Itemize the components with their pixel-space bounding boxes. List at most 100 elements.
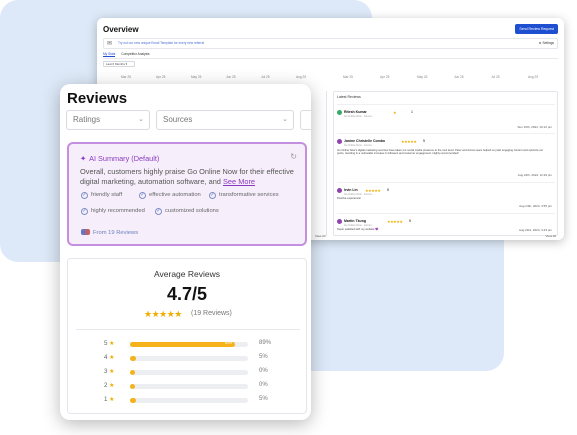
star-icon: ★	[109, 397, 115, 403]
check-icon: ✓	[81, 208, 88, 215]
send-review-request-button[interactable]: Send Review Request	[515, 24, 558, 34]
check-icon: ✓	[155, 208, 162, 215]
review-item[interactable]: Martin Tkung ★★★★★ 5 Go Online Now · Com…	[337, 205, 555, 235]
axis-label: Jun 25	[454, 75, 464, 79]
star-icon: ★	[109, 341, 115, 347]
additional-filter[interactable]	[300, 110, 311, 130]
check-icon: ✓	[139, 192, 146, 199]
tag-highly-recommended: ✓ highly recommended	[81, 208, 145, 215]
date-range-value: Last 6 Months	[106, 62, 125, 66]
ratings-filter-label: Ratings	[73, 115, 101, 124]
rating-bar-track: 89%	[130, 341, 248, 347]
rating-bar-track	[130, 384, 248, 389]
divider	[337, 104, 555, 105]
tag-label: customized solutions	[165, 208, 219, 214]
sources-filter-label: Sources	[163, 115, 193, 124]
avatar	[337, 110, 342, 115]
rating-row-2: 2 ★ 0%	[68, 382, 308, 392]
rating-bar-track	[130, 370, 248, 375]
rating-row-3: 3 ★ 0%	[68, 368, 308, 378]
axis-label: May 25	[417, 75, 428, 79]
rating-bar-fill	[130, 398, 136, 403]
tab-competitor-analysis[interactable]: Competitor Analysis	[121, 52, 149, 56]
chevron-down-icon: ⌄	[282, 116, 288, 123]
rating-percent: 5%	[259, 396, 268, 402]
banner-text[interactable]: Try out our new unique Email Template fo…	[118, 39, 204, 48]
settings-label: Settings	[542, 41, 554, 45]
settings-button[interactable]: ⚙ Settings	[539, 39, 554, 48]
refresh-icon[interactable]: ↻	[290, 152, 297, 161]
tag-label: effective automation	[149, 192, 201, 198]
review-score: 5	[387, 188, 389, 192]
ai-summary-source: From 19 Reviews	[81, 229, 138, 236]
view-all-left-link[interactable]: View All	[315, 234, 325, 238]
rating-bar-track	[130, 398, 248, 403]
review-stars: ★★★★★	[387, 219, 403, 224]
rating-percent: 89%	[259, 340, 272, 346]
axis-label: Aug 25	[528, 75, 539, 79]
tag-label: highly recommended	[91, 208, 145, 214]
average-reviews-title: Average Reviews	[154, 269, 220, 279]
sparkle-icon: ✦	[80, 154, 87, 163]
overview-tabs: My Stats Competitor Analysis	[103, 52, 154, 57]
avatar	[337, 139, 342, 144]
reviews-card: Reviews Ratings ⌄ Sources ⌄ ✦ AI Summary …	[60, 84, 311, 420]
reviewer-name: Janine Christelle Combo	[344, 139, 386, 143]
see-more-link[interactable]: See More	[223, 177, 255, 186]
tag-transformative-services: ✓ transformative services	[209, 192, 279, 199]
check-icon: ✓	[209, 192, 216, 199]
review-item[interactable]: Ritesh Kumar ★ 1 Go Online Now · Comm...…	[337, 110, 555, 130]
review-source: Go Online Now · Comm...	[344, 115, 374, 118]
star-icon: ★	[109, 369, 115, 375]
rating-percent: 5%	[259, 354, 268, 360]
rating-bar-fill	[130, 384, 135, 389]
ai-summary-source-text: From 19 Reviews	[93, 230, 139, 236]
axis-label: Aug 25	[296, 75, 307, 79]
review-source: Go Online Now · Comm...	[344, 193, 374, 196]
average-stars: ★★★★★	[144, 309, 182, 319]
review-item[interactable]: Janine Christelle Combo ★★★★★ 5 Go Onlin…	[337, 139, 555, 184]
tag-label: transformative services	[219, 192, 279, 198]
divider	[337, 133, 555, 134]
review-source: Go Online Now · Comm...	[344, 224, 374, 227]
ai-summary-heading-text: AI Summary (Default)	[89, 154, 160, 163]
avatar	[337, 219, 342, 224]
reviewer-name: Ritesh Kumar	[344, 110, 367, 114]
axis-label: Jun 25	[226, 75, 236, 79]
ai-summary-text: Overall, customers highly praise Go Onli…	[80, 167, 302, 187]
latest-reviews-panel: Latest Reviews Ritesh Kumar ★ 1 Go Onlin…	[333, 91, 558, 236]
review-date: Sun 15th, 2024, 10:12 pm	[517, 125, 552, 129]
source-logo-icon	[81, 229, 90, 235]
ai-summary-box: ✦ AI Summary (Default) ↻ Overall, custome…	[67, 142, 307, 246]
ratings-filter[interactable]: Ratings ⌄	[66, 110, 150, 130]
rating-bar-fill: 89%	[130, 341, 236, 347]
reviews-title: Reviews	[67, 90, 128, 107]
review-source: Go Online Now · Comm...	[344, 144, 374, 147]
sources-filter[interactable]: Sources ⌄	[156, 110, 294, 130]
email-template-banner[interactable]: ✉ Try out our new unique Email Template …	[103, 38, 558, 49]
ai-summary-body: Overall, customers highly praise Go Onli…	[80, 167, 294, 186]
rating-percent: 0%	[259, 382, 268, 388]
review-count: (19 Reviews)	[191, 310, 232, 317]
rating-label: 3 ★	[104, 368, 115, 375]
tab-my-stats[interactable]: My Stats	[103, 52, 116, 57]
overview-title: Overview	[103, 25, 139, 34]
axis-label: Mar 25	[343, 75, 353, 79]
star-icon: ★	[109, 383, 115, 389]
review-score: 1	[411, 110, 413, 114]
rating-bar-track	[130, 356, 248, 361]
review-date: Aug 23rd, 2024, 3:43 pm	[518, 228, 552, 232]
latest-reviews-title: Latest Reviews	[337, 95, 361, 99]
reviewer-name: Martin Tkung	[344, 219, 366, 223]
tag-label: friendly staff	[91, 192, 123, 198]
axis-label: Jul 25	[261, 75, 270, 79]
date-range-select[interactable]: Last 6 Months ▾	[103, 61, 135, 67]
mail-icon: ✉	[107, 41, 113, 47]
divider	[337, 182, 555, 183]
review-stars: ★★★★★	[401, 139, 417, 144]
tag-customized-solutions: ✓ customized solutions	[155, 208, 219, 215]
rating-bar-fill	[130, 370, 135, 375]
overview-left-panel	[312, 91, 327, 236]
rating-label: 1 ★	[104, 396, 115, 403]
view-all-right-link[interactable]: View All	[546, 234, 556, 238]
